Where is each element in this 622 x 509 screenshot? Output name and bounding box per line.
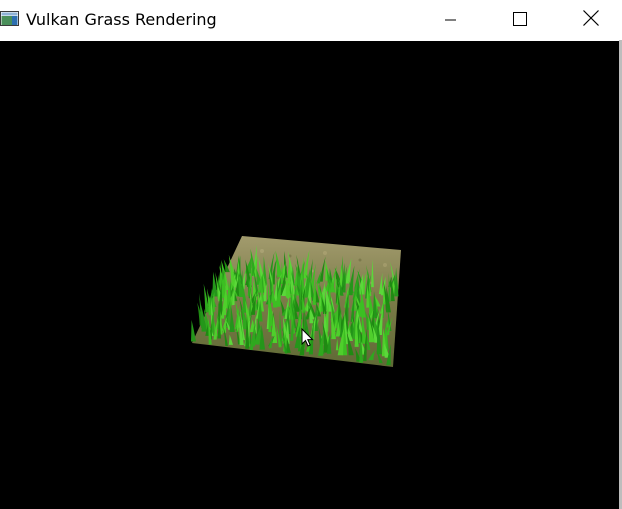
- close-icon: [583, 10, 599, 30]
- grass-scene: [190, 236, 401, 367]
- minimize-button[interactable]: [428, 0, 474, 40]
- app-window-icon: [0, 11, 19, 26]
- render-viewport[interactable]: [0, 41, 619, 509]
- close-button[interactable]: [568, 0, 614, 40]
- minimize-icon: [445, 11, 457, 30]
- title-bar[interactable]: Vulkan Grass Rendering: [0, 0, 622, 40]
- maximize-icon: [513, 11, 527, 30]
- app-window: Vulkan Grass Rendering: [0, 0, 622, 509]
- grass-blade: [190, 319, 196, 342]
- window-title: Vulkan Grass Rendering: [26, 10, 217, 29]
- maximize-button[interactable]: [497, 0, 543, 40]
